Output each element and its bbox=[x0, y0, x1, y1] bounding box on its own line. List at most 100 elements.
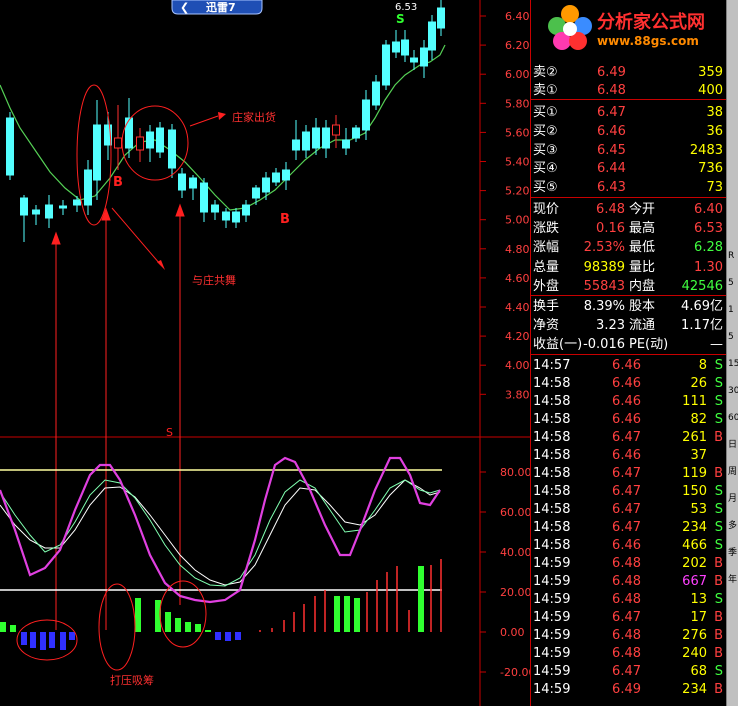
tick-side: B bbox=[714, 628, 723, 643]
candle-body bbox=[262, 177, 270, 193]
indicator-bar bbox=[283, 620, 285, 632]
logo-title: 分析家公式网 bbox=[597, 12, 705, 33]
tick-volume: 240 bbox=[682, 646, 707, 661]
indicator-bar bbox=[271, 628, 273, 632]
period-button[interactable]: 5 bbox=[728, 331, 738, 343]
tick-time: 14:58 bbox=[533, 448, 571, 463]
period-button[interactable]: 15 bbox=[728, 358, 738, 370]
stat2-row: 换手 8.39% 股本 4.69亿 bbox=[531, 298, 727, 316]
stat2-row: 收益(一) -0.016 PE(动) — bbox=[531, 336, 727, 354]
stat-row: 现价 6.48 今开 6.40 bbox=[531, 201, 727, 219]
quote-panel: 卖② 6.49 359 卖① 6.48 400 买① 6.47 38 买② 6.46 36 买③ 6.45… bbox=[530, 0, 727, 706]
tick-price: 6.47 bbox=[612, 466, 641, 481]
tick-time: 14:58 bbox=[533, 502, 571, 517]
candle-body bbox=[178, 173, 186, 191]
candle-body bbox=[352, 127, 360, 139]
tick-price: 6.46 bbox=[612, 448, 641, 463]
price-tick-label: 6.20 bbox=[505, 39, 530, 52]
price-tick-label: 6.40 bbox=[505, 10, 530, 23]
tick-volume: 202 bbox=[682, 556, 707, 571]
tick-row: 14:59 6.48 667 B bbox=[531, 573, 727, 591]
logo-url: www.88gs.com bbox=[597, 34, 699, 48]
candle-body bbox=[392, 41, 400, 53]
tick-time: 14:58 bbox=[533, 484, 571, 499]
candle-body bbox=[93, 124, 101, 181]
period-button[interactable]: 周 bbox=[728, 466, 738, 478]
period-button[interactable]: 日 bbox=[728, 439, 738, 451]
candle-body bbox=[342, 139, 350, 149]
stat-label: 净资 bbox=[533, 317, 560, 333]
tick-volume: 68 bbox=[690, 664, 707, 679]
high-price-label: 6.53 bbox=[395, 2, 417, 13]
tick-side: S bbox=[714, 520, 723, 535]
tick-side: S bbox=[714, 664, 723, 679]
candle-body bbox=[242, 204, 250, 216]
indicator-bar bbox=[354, 598, 360, 632]
tick-time: 14:59 bbox=[533, 682, 571, 697]
tick-time: 14:59 bbox=[533, 592, 571, 607]
buy-order-row: 买④ 6.44 736 bbox=[531, 160, 727, 178]
tick-side: S bbox=[714, 502, 723, 517]
buy-order-row: 买③ 6.45 2483 bbox=[531, 142, 727, 160]
tick-row: 14:59 6.47 17 B bbox=[531, 609, 727, 627]
tick-time: 14:57 bbox=[533, 358, 571, 373]
indicator-bar bbox=[324, 590, 326, 632]
tick-row: 14:58 6.46 82 S bbox=[531, 411, 727, 429]
stat-value: 6.28 bbox=[694, 240, 723, 256]
period-button[interactable]: R bbox=[728, 250, 738, 262]
price-tick-label: 5.20 bbox=[505, 185, 530, 198]
indicator-bar bbox=[135, 598, 141, 632]
tick-time: 14:58 bbox=[533, 538, 571, 553]
candle-body bbox=[114, 137, 122, 149]
tick-price: 6.48 bbox=[612, 592, 641, 607]
indicator-bar bbox=[408, 610, 410, 632]
candle-body bbox=[282, 169, 290, 181]
period-button[interactable]: 季 bbox=[728, 547, 738, 559]
kline-chart[interactable]: ❮ 迅雷7 6.40 6.20 6.00 5.80 5.60 5.40 5.20 5.00 4.… bbox=[0, 0, 530, 706]
tick-price: 6.47 bbox=[612, 502, 641, 517]
indicator-bar bbox=[195, 624, 201, 632]
tick-volume: 667 bbox=[682, 574, 707, 589]
stat-label: 现价 bbox=[533, 202, 560, 217]
period-button[interactable]: 1 bbox=[728, 304, 738, 316]
annotation-circle-suppress bbox=[98, 583, 136, 671]
thunder-tab-label: 迅雷7 bbox=[206, 1, 236, 14]
tick-price: 6.46 bbox=[612, 376, 641, 391]
period-button[interactable]: 60 bbox=[728, 412, 738, 424]
sell-signal-s1: S bbox=[396, 12, 405, 26]
thunder-tab[interactable]: ❮ 迅雷7 bbox=[171, 0, 263, 15]
candle-body bbox=[272, 172, 280, 183]
indicator-bar bbox=[40, 632, 46, 650]
tick-row: 14:58 6.47 53 S bbox=[531, 501, 727, 519]
period-button[interactable]: 5 bbox=[728, 277, 738, 289]
indicator-bar bbox=[314, 596, 316, 632]
price-tick-label: 5.60 bbox=[505, 126, 530, 139]
period-button[interactable]: 月 bbox=[728, 493, 738, 505]
indicator-tick-label: 80.00 bbox=[500, 466, 530, 479]
right-toolbar[interactable]: R 5 1 5 15 30 60 日周月多季年 bbox=[726, 0, 738, 706]
period-button[interactable]: 30 bbox=[728, 385, 738, 397]
buy-order-volume: 38 bbox=[706, 105, 723, 120]
price-tick-label: 4.60 bbox=[505, 272, 530, 285]
sell-order-label: 卖① bbox=[533, 83, 558, 98]
candle-body bbox=[136, 136, 144, 151]
indicator-tick-label: 60.00 bbox=[500, 506, 530, 519]
buy-order-volume: 73 bbox=[706, 180, 723, 196]
tick-side: B bbox=[714, 466, 723, 481]
period-button[interactable]: 多 bbox=[728, 520, 738, 532]
candle-body bbox=[401, 39, 409, 56]
indicator-axis: 80.00 60.00 40.00 20.00 0.00 -20.00 bbox=[480, 466, 530, 679]
candle-body bbox=[189, 177, 197, 189]
indicator-bar bbox=[396, 566, 398, 632]
candle-body bbox=[45, 204, 53, 219]
period-button[interactable]: 年 bbox=[728, 574, 738, 586]
stat-value: — bbox=[710, 336, 723, 352]
stat-value: 1.30 bbox=[694, 259, 723, 275]
tick-volume: 234 bbox=[682, 520, 707, 535]
stat-label: 最低 bbox=[629, 240, 656, 256]
flower-logo-icon bbox=[548, 5, 592, 50]
sell-order-price: 6.48 bbox=[597, 83, 626, 98]
tick-side: S bbox=[714, 538, 723, 553]
candle-body bbox=[332, 124, 340, 136]
indicator-bar bbox=[215, 632, 221, 640]
